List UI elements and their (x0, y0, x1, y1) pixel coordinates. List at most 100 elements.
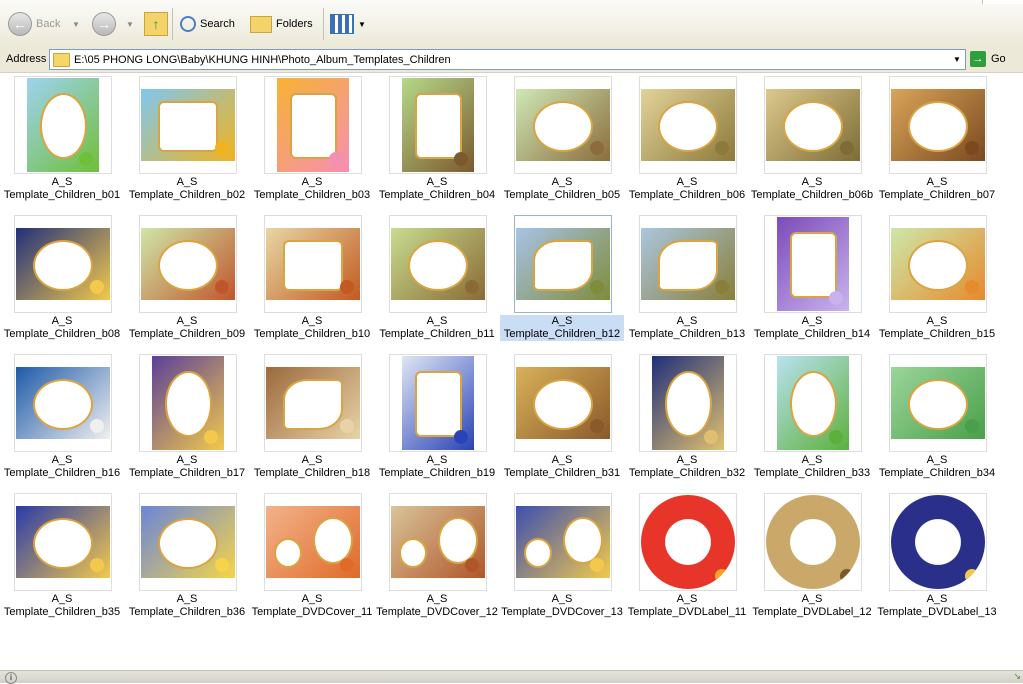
file-name-label[interactable]: A_S Template_Children_b16 (0, 454, 124, 480)
file-name-label[interactable]: A_S Template_Children_b12 (500, 315, 624, 341)
file-thumbnail[interactable] (639, 493, 737, 591)
up-folder-button[interactable]: ↑ (144, 10, 168, 38)
file-thumbnail[interactable] (139, 354, 237, 452)
file-thumbnail[interactable] (889, 493, 987, 591)
file-item[interactable]: A_S Template_Children_b33 (750, 351, 874, 483)
file-thumbnail[interactable] (764, 76, 862, 174)
file-item[interactable]: A_S Template_Children_b06b (750, 73, 874, 205)
file-thumbnail[interactable] (764, 493, 862, 591)
go-button[interactable]: → Go (970, 51, 1006, 67)
file-thumbnail[interactable] (389, 76, 487, 174)
file-item[interactable]: A_S Template_DVDCover_13 (500, 490, 624, 622)
file-item[interactable]: A_S Template_Children_b07 (875, 73, 999, 205)
file-name-label[interactable]: A_S Template_DVDLabel_12 (750, 593, 874, 619)
file-name-label[interactable]: A_S Template_DVDLabel_11 (625, 593, 749, 619)
file-name-label[interactable]: A_S Template_Children_b11 (375, 315, 499, 341)
file-thumbnail[interactable] (639, 76, 737, 174)
file-name-label[interactable]: A_S Template_Children_b13 (625, 315, 749, 341)
file-name-label[interactable]: A_S Template_DVDLabel_13 (875, 593, 999, 619)
file-thumbnail[interactable] (389, 215, 487, 313)
address-field[interactable]: E:\05 PHONG LONG\Baby\KHUNG HINH\Photo_A… (49, 49, 966, 70)
file-item[interactable]: A_S Template_Children_b34 (875, 351, 999, 483)
file-name-label[interactable]: A_S Template_Children_b08 (0, 315, 124, 341)
file-item[interactable]: A_S Template_Children_b11 (375, 212, 499, 344)
file-thumbnail[interactable] (264, 354, 362, 452)
file-thumbnail[interactable] (139, 493, 237, 591)
file-thumbnail[interactable] (264, 215, 362, 313)
file-thumbnail[interactable] (514, 493, 612, 591)
file-name-label[interactable]: A_S Template_Children_b33 (750, 454, 874, 480)
address-path[interactable]: E:\05 PHONG LONG\Baby\KHUNG HINH\Photo_A… (74, 54, 949, 66)
file-item[interactable]: A_S Template_Children_b02 (125, 73, 249, 205)
file-item[interactable]: A_S Template_DVDCover_12 (375, 490, 499, 622)
file-name-label[interactable]: A_S Template_DVDCover_11 (250, 593, 374, 619)
file-item[interactable]: A_S Template_Children_b03 (250, 73, 374, 205)
file-name-label[interactable]: A_S Template_Children_b14 (750, 315, 874, 341)
file-item[interactable]: A_S Template_Children_b16 (0, 351, 124, 483)
file-thumbnail[interactable] (389, 493, 487, 591)
file-name-label[interactable]: A_S Template_Children_b06b (750, 176, 874, 202)
file-thumbnail[interactable] (514, 354, 612, 452)
file-name-label[interactable]: A_S Template_Children_b06 (625, 176, 749, 202)
file-thumbnail[interactable] (14, 76, 112, 174)
file-name-label[interactable]: A_S Template_Children_b17 (125, 454, 249, 480)
file-item[interactable]: A_S Template_Children_b19 (375, 351, 499, 483)
file-name-label[interactable]: A_S Template_DVDCover_13 (500, 593, 624, 619)
file-thumbnail[interactable] (264, 76, 362, 174)
file-item[interactable]: A_S Template_DVDLabel_12 (750, 490, 874, 622)
file-name-label[interactable]: A_S Template_Children_b35 (0, 593, 124, 619)
file-view[interactable]: A_S Template_Children_b01 A_S Template_Chil… (0, 73, 1023, 670)
file-item[interactable]: A_S Template_Children_b32 (625, 351, 749, 483)
file-thumbnail[interactable] (389, 354, 487, 452)
file-item[interactable]: A_S Template_DVDLabel_11 (625, 490, 749, 622)
file-thumbnail[interactable] (889, 215, 987, 313)
file-item[interactable]: A_S Template_Children_b09 (125, 212, 249, 344)
file-item[interactable]: A_S Template_Children_b05 (500, 73, 624, 205)
file-thumbnail[interactable] (764, 215, 862, 313)
file-item[interactable]: A_S Template_Children_b17 (125, 351, 249, 483)
file-thumbnail[interactable] (14, 215, 112, 313)
file-thumbnail[interactable] (514, 76, 612, 174)
file-item[interactable]: A_S Template_Children_b14 (750, 212, 874, 344)
back-history-dropdown-icon[interactable]: ▼ (72, 20, 80, 29)
file-name-label[interactable]: A_S Template_Children_b34 (875, 454, 999, 480)
file-item[interactable]: A_S Template_DVDCover_11 (250, 490, 374, 622)
file-name-label[interactable]: A_S Template_Children_b18 (250, 454, 374, 480)
file-name-label[interactable]: A_S Template_Children_b36 (125, 593, 249, 619)
file-item[interactable]: A_S Template_Children_b06 (625, 73, 749, 205)
file-thumbnail[interactable] (889, 76, 987, 174)
folders-button[interactable]: Folders (250, 10, 313, 38)
resize-grip-icon[interactable]: ↘ (1013, 671, 1021, 682)
file-item[interactable]: A_S Template_Children_b36 (125, 490, 249, 622)
file-item[interactable]: A_S Template_Children_b04 (375, 73, 499, 205)
file-name-label[interactable]: A_S Template_Children_b15 (875, 315, 999, 341)
file-item[interactable]: A_S Template_Children_b35 (0, 490, 124, 622)
file-item[interactable]: A_S Template_Children_b15 (875, 212, 999, 344)
file-thumbnail[interactable] (14, 354, 112, 452)
file-item[interactable]: A_S Template_Children_b13 (625, 212, 749, 344)
file-name-label[interactable]: A_S Template_Children_b10 (250, 315, 374, 341)
forward-button[interactable]: → (92, 10, 116, 38)
file-name-label[interactable]: A_S Template_Children_b19 (375, 454, 499, 480)
file-thumbnail[interactable] (264, 493, 362, 591)
file-name-label[interactable]: A_S Template_Children_b32 (625, 454, 749, 480)
back-button[interactable]: ← Back (8, 10, 60, 38)
search-button[interactable]: Search (180, 10, 235, 38)
file-name-label[interactable]: A_S Template_DVDCover_12 (375, 593, 499, 619)
file-item[interactable]: A_S Template_Children_b10 (250, 212, 374, 344)
file-thumbnail[interactable] (14, 493, 112, 591)
file-item[interactable]: A_S Template_Children_b12 (500, 212, 624, 344)
file-thumbnail[interactable] (639, 354, 737, 452)
file-item[interactable]: A_S Template_DVDLabel_13 (875, 490, 999, 622)
file-name-label[interactable]: A_S Template_Children_b04 (375, 176, 499, 202)
address-dropdown-icon[interactable]: ▼ (949, 50, 965, 69)
views-button[interactable]: ▼ (330, 10, 366, 38)
file-item[interactable]: A_S Template_Children_b08 (0, 212, 124, 344)
file-item[interactable]: A_S Template_Children_b31 (500, 351, 624, 483)
file-thumbnail[interactable] (139, 76, 237, 174)
file-thumbnail[interactable] (889, 354, 987, 452)
file-name-label[interactable]: A_S Template_Children_b01 (0, 176, 124, 202)
file-name-label[interactable]: A_S Template_Children_b02 (125, 176, 249, 202)
file-name-label[interactable]: A_S Template_Children_b05 (500, 176, 624, 202)
file-name-label[interactable]: A_S Template_Children_b09 (125, 315, 249, 341)
